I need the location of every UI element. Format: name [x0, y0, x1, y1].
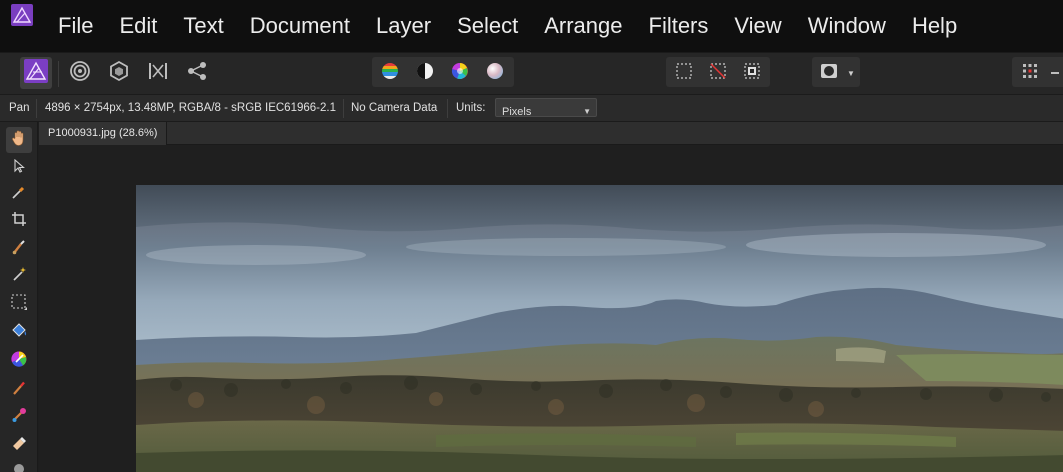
menu-arrange[interactable]: Arrange — [531, 0, 635, 52]
menu-layer[interactable]: Layer — [363, 0, 444, 52]
color-replacement-tool[interactable] — [6, 404, 32, 430]
menu-help[interactable]: Help — [899, 0, 970, 52]
menu-select[interactable]: Select — [444, 0, 531, 52]
export-persona-icon — [186, 60, 208, 87]
camera-data: No Camera Data — [351, 102, 438, 114]
menu-bar: File Edit Text Document Layer Select Arr… — [0, 0, 1063, 52]
crop-icon — [11, 211, 27, 232]
selection-brush-tool[interactable] — [6, 236, 32, 262]
liquify-persona-button[interactable] — [64, 57, 96, 89]
dodge-icon — [11, 461, 27, 472]
paint-brush-icon — [11, 380, 27, 401]
document-tab[interactable]: P1000931.jpg (28.6%) — [39, 122, 168, 145]
arrow-pointer-icon — [12, 158, 26, 178]
units-select-value: Pixels — [502, 106, 532, 118]
affinity-photo-window: File Edit Text Document Layer Select Arr… — [0, 0, 1063, 472]
recolor-icon — [486, 62, 504, 85]
quick-mask-dropdown[interactable]: ▼ — [843, 57, 859, 89]
marquee-tool[interactable] — [6, 291, 32, 317]
recolor-button[interactable] — [479, 57, 511, 89]
units-label: Units: — [456, 102, 486, 114]
view-tool[interactable] — [6, 127, 32, 153]
photo-persona-icon — [23, 58, 49, 89]
document-tab-title: P1000931.jpg (28.6%) — [48, 127, 158, 139]
eyedropper-icon — [11, 184, 27, 205]
selection-brush-icon — [11, 239, 27, 260]
marquee-select-button[interactable] — [668, 57, 700, 89]
main-toolbar: ▼ — [0, 52, 1063, 94]
color-wheel-icon — [10, 350, 28, 373]
hsl-icon — [451, 62, 469, 85]
hsl-button[interactable] — [444, 57, 476, 89]
color-replacement-brush-icon — [11, 407, 27, 428]
context-toolbar: Pan 4896 × 2754px, 13.48MP, RGBA/8 - sRG… — [0, 94, 1063, 122]
develop-persona-button[interactable] — [103, 57, 135, 89]
document-tab-bar: P1000931.jpg (28.6%) — [39, 122, 1063, 145]
deselect-icon — [709, 62, 727, 85]
marquee-icon — [10, 293, 28, 316]
levels-button[interactable] — [374, 57, 406, 89]
photo-persona-button[interactable] — [20, 57, 52, 89]
snapping-button[interactable] — [1014, 57, 1046, 89]
gradient-tool[interactable] — [6, 348, 32, 374]
units-select[interactable]: Pixels ▼ — [495, 98, 597, 118]
invert-selection-button[interactable] — [736, 57, 768, 89]
menu-text[interactable]: Text — [170, 0, 236, 52]
invert-selection-icon — [743, 62, 761, 85]
quick-mask-button[interactable] — [813, 57, 845, 89]
flood-select-tool[interactable] — [6, 263, 32, 289]
tone-mapping-persona-button[interactable] — [142, 57, 174, 89]
crop-tool[interactable] — [6, 208, 32, 234]
dodge-tool[interactable] — [6, 458, 32, 472]
snapping-grid-icon — [1021, 62, 1039, 85]
magic-wand-icon — [11, 266, 27, 287]
chevron-down-icon: ▼ — [847, 68, 855, 78]
deselect-button[interactable] — [702, 57, 734, 89]
color-picker-tool[interactable] — [6, 181, 32, 207]
flood-fill-tool[interactable] — [6, 320, 32, 346]
eraser-icon — [11, 435, 27, 456]
menu-document[interactable]: Document — [237, 0, 363, 52]
export-persona-button[interactable] — [181, 57, 213, 89]
menu-window[interactable]: Window — [795, 0, 899, 52]
document-image — [136, 185, 1063, 472]
erase-brush-tool[interactable] — [6, 432, 32, 458]
menu-edit[interactable]: Edit — [106, 0, 170, 52]
quick-mask-icon — [820, 62, 838, 85]
white-balance-icon — [416, 62, 434, 85]
tone-mapping-persona-icon — [147, 60, 169, 87]
develop-persona-icon — [108, 60, 130, 87]
paint-brush-tool[interactable] — [6, 377, 32, 403]
canvas-area[interactable] — [39, 145, 1063, 472]
menu-filters[interactable]: Filters — [636, 0, 722, 52]
snapping-dropdown[interactable] — [1048, 57, 1062, 89]
levels-icon — [381, 62, 399, 85]
marquee-select-icon — [675, 62, 693, 85]
tools-panel — [0, 122, 38, 472]
hand-icon — [10, 129, 28, 152]
menu-file[interactable]: File — [44, 0, 106, 52]
affinity-photo-logo-icon — [11, 4, 33, 26]
liquify-persona-icon — [69, 60, 91, 87]
minus-icon — [1051, 72, 1059, 74]
current-tool-name: Pan — [9, 102, 30, 114]
move-tool[interactable] — [6, 155, 32, 181]
image-info: 4896 × 2754px, 13.48MP, RGBA/8 - sRGB IE… — [45, 102, 336, 114]
paint-bucket-icon — [10, 322, 28, 345]
menu-view[interactable]: View — [721, 0, 794, 52]
white-balance-button[interactable] — [409, 57, 441, 89]
